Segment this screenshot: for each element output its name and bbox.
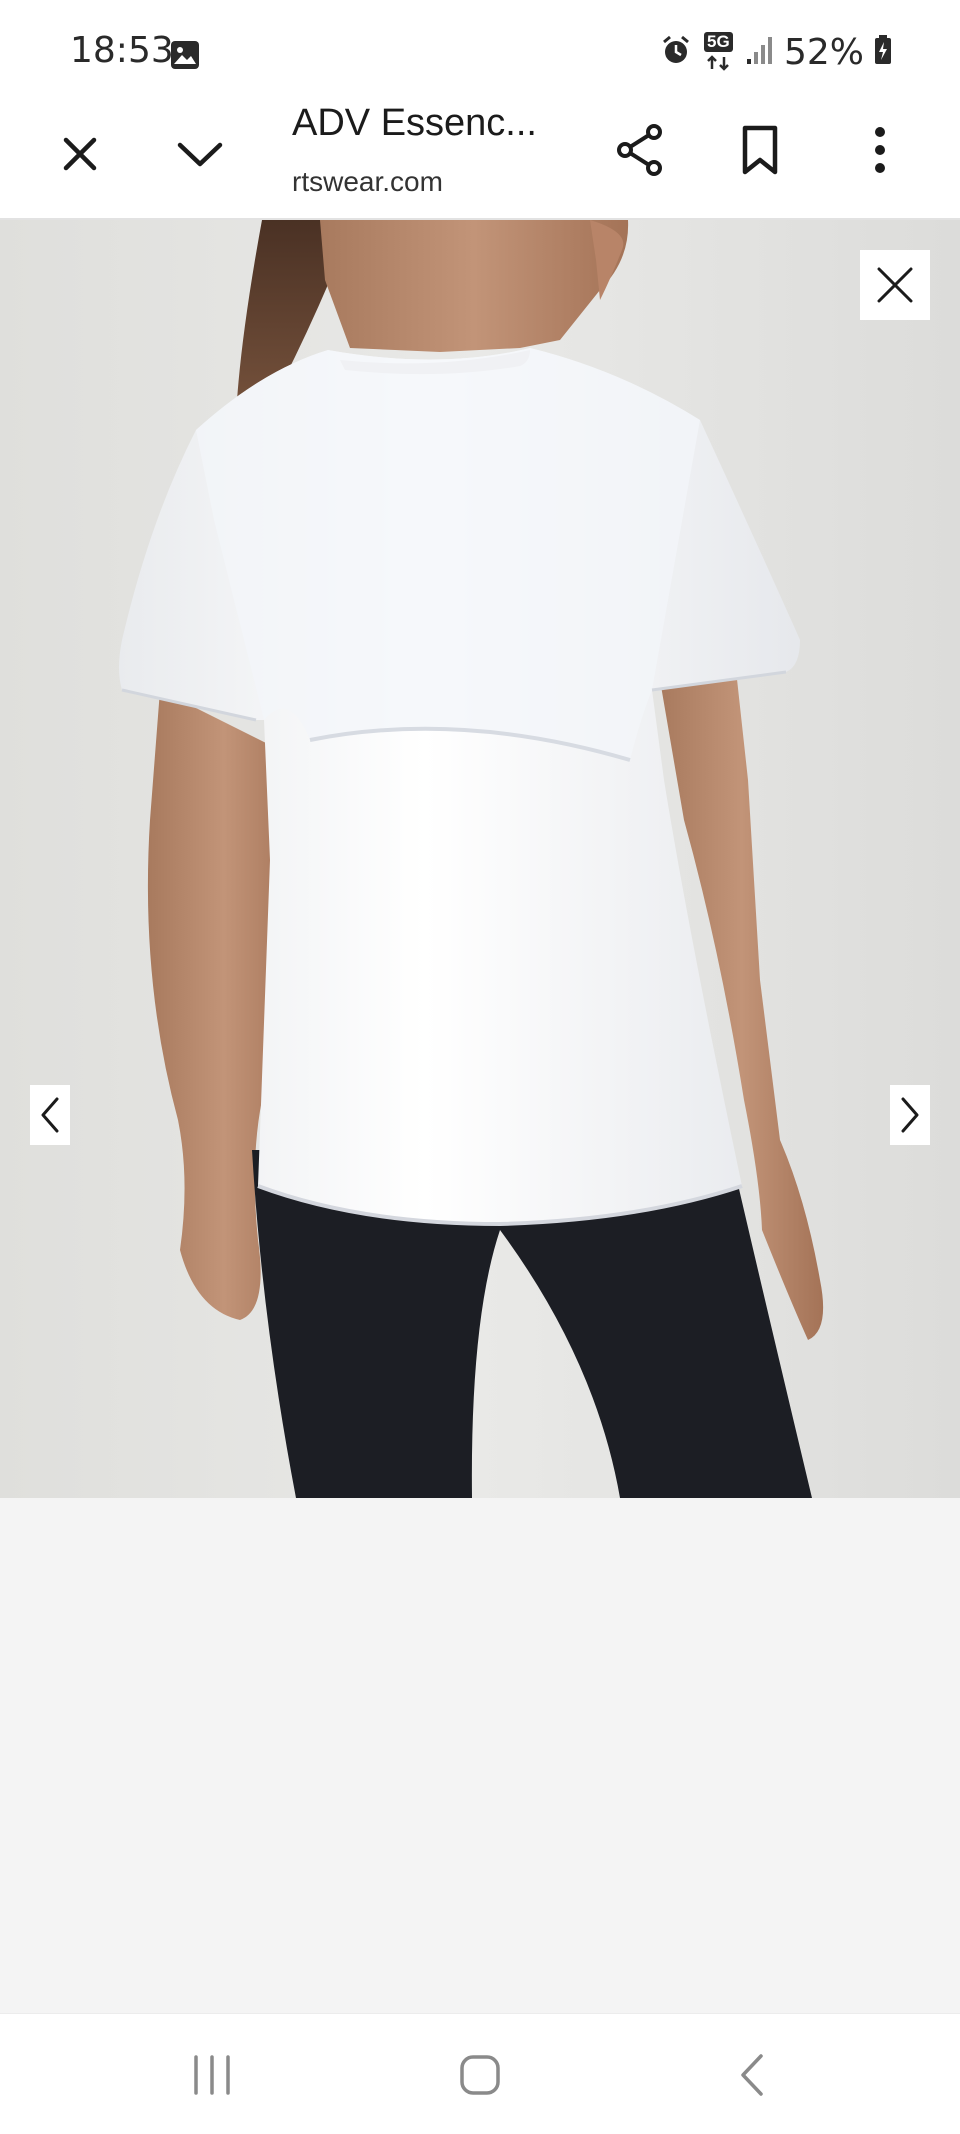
status-right-group: 5G 52% xyxy=(660,30,892,74)
status-time: 18:53 xyxy=(70,30,174,71)
chevron-right-icon xyxy=(901,1097,919,1133)
custom-tab-toolbar: ADV Essenc... rtswear.com xyxy=(0,90,960,220)
product-photo[interactable] xyxy=(0,220,960,1498)
close-tab-button[interactable] xyxy=(52,126,108,182)
chevron-down-icon xyxy=(177,142,223,167)
next-image-button[interactable] xyxy=(890,1085,930,1145)
alarm-icon xyxy=(660,34,692,71)
minimize-tab-button[interactable] xyxy=(172,126,228,182)
more-vert-icon xyxy=(875,127,885,173)
battery-percent: 52% xyxy=(783,31,864,73)
page-background xyxy=(0,1498,960,2013)
back-icon xyxy=(741,2054,763,2096)
close-icon xyxy=(877,267,913,303)
more-options-button[interactable] xyxy=(852,120,908,180)
viewer-close-button[interactable] xyxy=(860,250,930,320)
status-bar: 18:53 5G 52% xyxy=(0,0,960,90)
chevron-left-icon xyxy=(41,1097,59,1133)
recent-apps-icon xyxy=(194,2055,230,2095)
share-button[interactable] xyxy=(612,120,668,180)
network-5g-icon: 5G xyxy=(702,32,736,72)
network-label: 5G xyxy=(703,32,733,52)
back-button[interactable] xyxy=(722,2050,782,2100)
page-title: ADV Essenc... xyxy=(292,102,537,144)
page-url-text: rtswear.com xyxy=(292,166,443,197)
page-url: rtswear.com xyxy=(292,166,492,198)
battery-charging-icon xyxy=(874,34,892,70)
system-navigation-bar xyxy=(0,2013,960,2134)
signal-icon xyxy=(746,35,774,70)
share-icon xyxy=(617,124,662,176)
close-icon xyxy=(63,137,97,171)
product-image-viewer xyxy=(0,220,960,1498)
recent-apps-button[interactable] xyxy=(182,2050,242,2100)
bookmark-icon xyxy=(742,125,778,175)
home-icon xyxy=(460,2055,500,2095)
gallery-icon xyxy=(170,40,200,75)
bookmark-button[interactable] xyxy=(732,120,788,180)
home-button[interactable] xyxy=(450,2050,510,2100)
previous-image-button[interactable] xyxy=(30,1085,70,1145)
